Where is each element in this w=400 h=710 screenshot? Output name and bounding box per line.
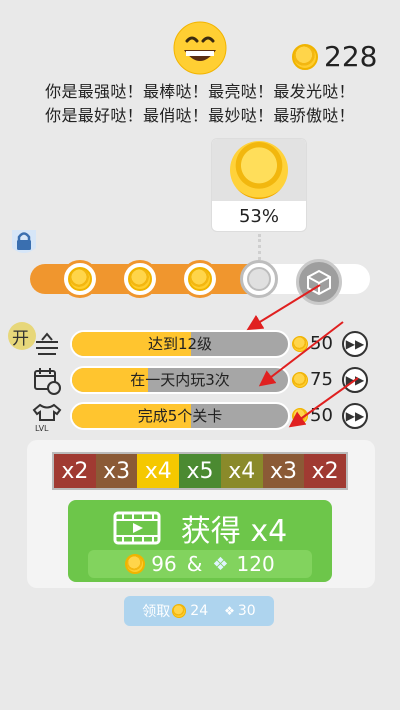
video-icon xyxy=(113,511,161,545)
praise-line-2: 你是最好哒！最俏哒！最妙哒！最骄傲哒！ xyxy=(45,106,355,125)
claim-coins: 24 xyxy=(190,603,209,619)
box-icon xyxy=(307,269,331,295)
calendar-icon xyxy=(34,368,61,395)
chest-node[interactable] xyxy=(296,259,342,305)
coin-icon xyxy=(128,267,152,291)
task-3-reward-value: 50 xyxy=(310,405,333,426)
coin-icon xyxy=(125,554,146,574)
coin-total: 228 xyxy=(292,40,377,73)
praise-line-1: 你是最强哒！最棒哒！最亮哒！最发光哒！ xyxy=(45,82,355,101)
task-2-skip-button[interactable]: ▶▶ xyxy=(342,367,368,393)
progress-percent: 53% xyxy=(238,206,279,227)
task-2-reward: 75 xyxy=(292,369,333,390)
lock-icon[interactable] xyxy=(10,226,38,258)
task-1-skip-button[interactable]: ▶▶ xyxy=(342,331,368,357)
task-bar-1: 达到12级 xyxy=(70,330,290,358)
task-1-label: 达到12级 xyxy=(147,335,213,353)
get-button-gems: 120 xyxy=(236,552,275,576)
coin-icon xyxy=(188,267,212,291)
big-coin-icon xyxy=(230,141,288,199)
task-3-reward: 50 xyxy=(292,405,333,426)
task-bar-2: 在一天内玩3次 xyxy=(70,366,290,394)
level-node-coin xyxy=(121,260,159,298)
task-2-label: 在一天内玩3次 xyxy=(130,371,230,389)
task-2-reward-value: 75 xyxy=(310,369,333,390)
progress-card: 53% xyxy=(211,138,307,232)
task-3-skip-button[interactable]: ▶▶ xyxy=(342,403,368,429)
multiplier-5: x4 xyxy=(220,454,263,488)
badge-label: 开 xyxy=(12,329,29,349)
gem-icon: ❖ xyxy=(212,553,229,575)
level-node-current xyxy=(240,260,278,298)
svg-text:LVL: LVL xyxy=(35,424,49,432)
claim-button[interactable]: 领取 24 ❖ 30 xyxy=(124,596,274,626)
coin-icon xyxy=(292,335,308,352)
coin-icon xyxy=(292,407,308,424)
get-multiplied-reward-button[interactable]: 获得 x4 96 & ❖ 120 xyxy=(68,500,332,582)
task-1-reward: 50 xyxy=(292,333,333,354)
multiplier-7: x2 xyxy=(304,454,347,488)
claim-label: 领取 xyxy=(142,604,171,620)
multiplier-6: x3 xyxy=(262,454,305,488)
multiplier-3: x4 xyxy=(137,454,180,488)
get-button-coins: 96 xyxy=(151,552,177,576)
multiplier-2: x3 xyxy=(95,454,138,488)
multiplier-row: x2 x3 x4 x5 x4 x3 x2 xyxy=(52,452,348,490)
grinning-emoji-icon xyxy=(173,21,227,75)
level-up-icon xyxy=(36,332,58,355)
gem-icon: ❖ xyxy=(224,604,235,618)
level-node-coin xyxy=(61,260,99,298)
claim-gems: 30 xyxy=(237,603,256,619)
multiplier-4: x5 xyxy=(179,454,221,488)
coin-icon xyxy=(292,371,308,388)
dotted-connector xyxy=(258,234,261,260)
level-node-coin xyxy=(181,260,219,298)
coin-icon xyxy=(292,43,318,70)
task-3-label: 完成5个关卡 xyxy=(137,407,223,425)
get-button-label: 获得 x4 xyxy=(180,514,288,549)
multiplier-1: x2 xyxy=(54,454,96,488)
coin-icon xyxy=(247,267,271,291)
task-1-reward-value: 50 xyxy=(310,333,333,354)
get-button-amp: & xyxy=(186,552,203,576)
coin-icon xyxy=(68,267,92,291)
get-button-rewards: 96 & ❖ 120 xyxy=(88,550,312,578)
task-bar-3: 完成5个关卡 xyxy=(70,402,290,430)
coin-total-value: 228 xyxy=(324,40,378,73)
get-button-title: 获得 x4 xyxy=(68,506,332,550)
level-shirt-icon: LVL xyxy=(32,403,62,432)
coin-icon xyxy=(172,604,187,618)
